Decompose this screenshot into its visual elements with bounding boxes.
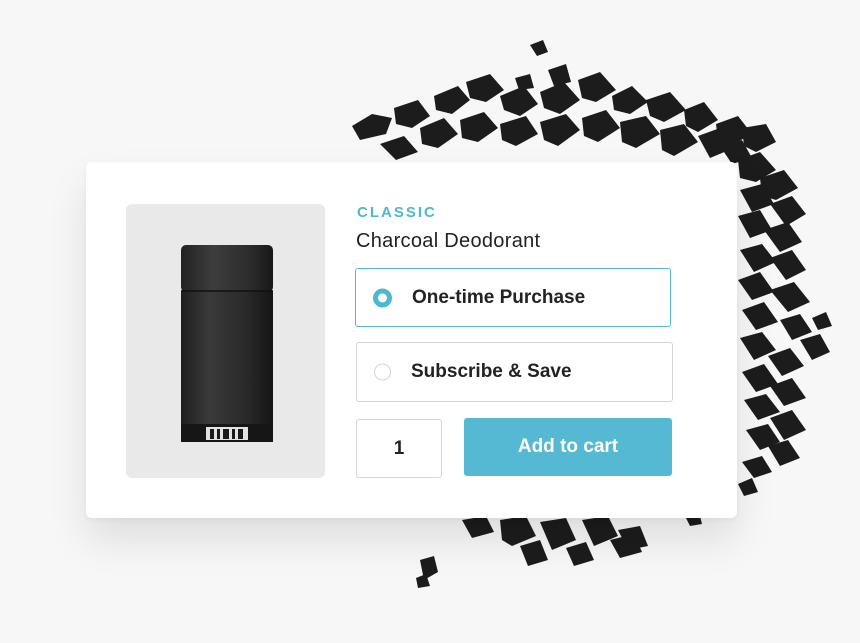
option-label: Subscribe & Save [411, 361, 572, 382]
product-title: Charcoal Deodorant [356, 230, 541, 252]
product-category: CLASSIC [357, 204, 437, 221]
option-label: One-time Purchase [412, 286, 586, 308]
quantity-input[interactable] [356, 419, 442, 478]
one-time-purchase-option[interactable]: One-time Purchase [355, 268, 671, 327]
page: CLASSIC Charcoal Deodorant One-time Purc… [0, 0, 860, 643]
add-to-cart-button[interactable]: Add to cart [464, 418, 672, 476]
deodorant-stick-icon [181, 245, 273, 442]
radio-selected-icon[interactable] [373, 288, 392, 307]
product-card: CLASSIC Charcoal Deodorant One-time Purc… [86, 162, 737, 518]
product-image [126, 204, 325, 478]
radio-unselected-icon[interactable] [374, 363, 391, 381]
subscribe-and-save-option[interactable]: Subscribe & Save [356, 342, 673, 402]
